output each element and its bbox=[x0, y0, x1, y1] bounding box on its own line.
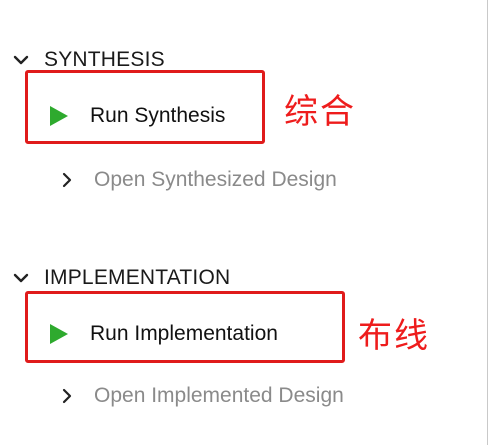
play-icon bbox=[50, 324, 68, 344]
section-header-implementation[interactable]: IMPLEMENTATION bbox=[12, 264, 230, 292]
chevron-down-icon[interactable] bbox=[12, 269, 30, 287]
open-synthesized-design-label: Open Synthesized Design bbox=[94, 168, 337, 191]
run-synthesis-button[interactable]: Run Synthesis bbox=[50, 100, 225, 132]
open-implemented-design-item[interactable]: Open Implemented Design bbox=[60, 382, 344, 410]
section-title: SYNTHESIS bbox=[44, 48, 165, 71]
open-synthesized-design-item[interactable]: Open Synthesized Design bbox=[60, 166, 337, 194]
section-title: IMPLEMENTATION bbox=[44, 266, 231, 289]
chevron-right-icon[interactable] bbox=[60, 387, 74, 405]
run-synthesis-label: Run Synthesis bbox=[90, 104, 226, 127]
open-implemented-design-label: Open Implemented Design bbox=[94, 384, 344, 407]
run-implementation-button[interactable]: Run Implementation bbox=[50, 318, 278, 350]
run-implementation-label: Run Implementation bbox=[90, 322, 278, 345]
play-icon bbox=[50, 106, 68, 126]
chevron-down-icon[interactable] bbox=[12, 51, 30, 69]
annotation-synthesis: 综合 bbox=[284, 92, 356, 132]
chevron-right-icon[interactable] bbox=[60, 171, 74, 189]
annotation-implementation: 布线 bbox=[358, 316, 430, 356]
